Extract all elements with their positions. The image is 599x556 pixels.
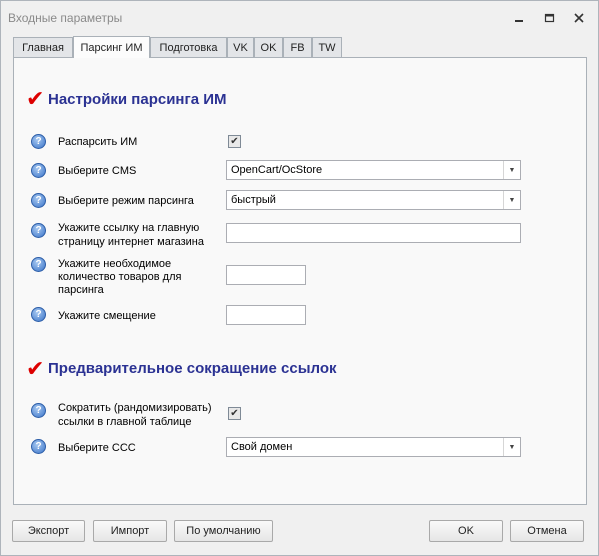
cms-label: Выберите CMS — [58, 165, 137, 177]
url-label-line1: Укажите ссылку на главную — [58, 222, 200, 234]
minimize-icon — [515, 20, 523, 22]
section-title-parsing: Настройки парсинга ИМ — [48, 91, 227, 108]
url-label-line2: страницу интернет магазина — [58, 236, 204, 248]
tab-preparation[interactable]: Подготовка — [150, 37, 227, 57]
close-button[interactable] — [566, 7, 592, 29]
dropdown-arrow-icon[interactable]: ▼ — [503, 161, 520, 179]
window-title: Входные параметры — [8, 11, 123, 25]
tab-vk[interactable]: VK — [227, 37, 254, 57]
offset-label: Укажите смещение — [58, 310, 156, 322]
cms-select[interactable]: OpenCart/OcStore ▼ — [226, 160, 521, 180]
maximize-icon — [544, 13, 554, 23]
section-check-icon: ✔ — [26, 86, 45, 111]
tab-tw[interactable]: TW — [312, 37, 342, 57]
count-input[interactable] — [226, 265, 306, 285]
count-label-line3: парсинга — [58, 284, 104, 296]
offset-input[interactable] — [226, 305, 306, 325]
shorten-checkbox[interactable]: ✔ — [228, 407, 241, 420]
section-check-icon: ✔ — [26, 356, 45, 381]
tab-ok[interactable]: OK — [254, 37, 283, 57]
cms-select-value: OpenCart/OcStore — [231, 164, 323, 176]
section-title-shortening: Предварительное сокращение ссылок — [48, 360, 337, 377]
help-icon[interactable]: ? — [31, 257, 46, 272]
check-icon: ✔ — [230, 408, 239, 419]
parse-label: Распарсить ИМ — [58, 136, 138, 148]
help-icon[interactable]: ? — [31, 193, 46, 208]
cancel-button[interactable]: Отмена — [510, 520, 584, 542]
mode-select-value: быстрый — [231, 194, 276, 206]
tab-parsing[interactable]: Парсинг ИМ — [73, 36, 150, 58]
help-icon[interactable]: ? — [31, 163, 46, 178]
mode-select[interactable]: быстрый ▼ — [226, 190, 521, 210]
url-input[interactable] — [226, 223, 521, 243]
maximize-button[interactable] — [536, 7, 562, 29]
help-icon[interactable]: ? — [31, 403, 46, 418]
ccc-select[interactable]: Свой домен ▼ — [226, 437, 521, 457]
check-icon: ✔ — [230, 136, 239, 147]
dropdown-arrow-icon[interactable]: ▼ — [503, 438, 520, 456]
ok-button[interactable]: OK — [429, 520, 503, 542]
title-bar[interactable]: Входные параметры — [1, 1, 598, 35]
ccc-label: Выберите ССС — [58, 442, 136, 454]
dropdown-arrow-icon[interactable]: ▼ — [503, 191, 520, 209]
help-icon[interactable]: ? — [31, 439, 46, 454]
tab-panel: ✔ Настройки парсинга ИМ ? Распарсить ИМ … — [13, 57, 587, 505]
shorten-label-line2: ссылки в главной таблице — [58, 416, 192, 428]
import-button[interactable]: Импорт — [93, 520, 167, 542]
minimize-button[interactable] — [506, 7, 532, 29]
tab-main[interactable]: Главная — [13, 37, 73, 57]
ccc-select-value: Свой домен — [231, 441, 293, 453]
tab-fb[interactable]: FB — [283, 37, 312, 57]
close-icon — [574, 13, 584, 23]
help-icon[interactable]: ? — [31, 223, 46, 238]
help-icon[interactable]: ? — [31, 134, 46, 149]
count-label-line2: количество товаров для — [58, 271, 182, 283]
parse-checkbox[interactable]: ✔ — [228, 135, 241, 148]
shorten-label-line1: Сократить (рандомизировать) — [58, 402, 212, 414]
mode-label: Выберите режим парсинга — [58, 195, 194, 207]
help-icon[interactable]: ? — [31, 307, 46, 322]
count-label-line1: Укажите необходимое — [58, 258, 172, 270]
default-button[interactable]: По умолчанию — [174, 520, 273, 542]
dialog-window: Входные параметры Главная Парсинг ИМ Под… — [0, 0, 599, 556]
export-button[interactable]: Экспорт — [12, 520, 85, 542]
